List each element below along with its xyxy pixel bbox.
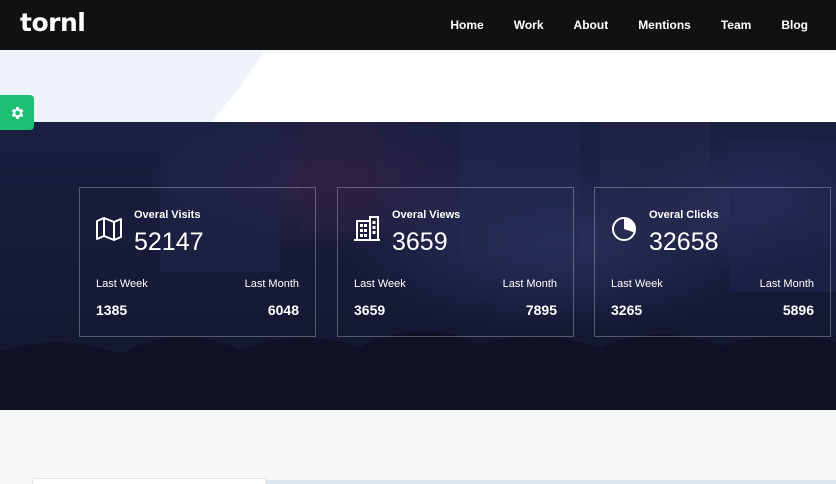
last-month-label: Last Month — [244, 278, 299, 290]
last-month-label: Last Month — [759, 278, 814, 290]
content-card — [32, 478, 266, 484]
stats-section: Overal Visits 52147 Last Week Last Month… — [0, 122, 836, 410]
map-icon — [96, 217, 122, 241]
last-week-value: 1385 — [96, 302, 128, 318]
stat-title: Overal Clicks — [649, 209, 719, 221]
settings-toggle[interactable] — [0, 95, 34, 130]
nav-work[interactable]: Work — [514, 18, 544, 32]
last-month-label: Last Month — [502, 278, 557, 290]
nav-team[interactable]: Team — [721, 18, 751, 32]
nav-about[interactable]: About — [574, 18, 609, 32]
gear-icon — [11, 106, 24, 119]
bottom-section — [0, 410, 836, 484]
stat-total: 3659 — [392, 228, 448, 256]
stat-card-views: Overal Views 3659 Last Week Last Month 3… — [337, 187, 574, 337]
stat-title: Overal Visits — [134, 209, 201, 221]
hero-top — [0, 50, 836, 122]
last-month-value: 5896 — [782, 302, 814, 318]
nav-blog[interactable]: Blog — [781, 18, 808, 32]
main-nav: Home Work About Mentions Team Blog — [420, 0, 808, 50]
last-week-label: Last Week — [354, 278, 406, 290]
stat-title: Overal Views — [392, 209, 461, 221]
stat-total: 32658 — [649, 228, 719, 256]
decorative-shape — [0, 50, 266, 122]
last-week-value: 3265 — [611, 302, 643, 318]
last-month-value: 6048 — [267, 302, 299, 318]
last-week-label: Last Week — [96, 278, 148, 290]
stat-card-clicks: Overal Clicks 32658 Last Week Last Month… — [594, 187, 831, 337]
navbar: tornl Home Work About Mentions Team Blog — [0, 0, 836, 50]
last-month-value: 7895 — [525, 302, 557, 318]
pie-chart-icon — [612, 217, 636, 241]
nav-mentions[interactable]: Mentions — [638, 18, 691, 32]
content-strip — [266, 480, 836, 484]
nav-home[interactable]: Home — [450, 18, 483, 32]
stat-card-visits: Overal Visits 52147 Last Week Last Month… — [79, 187, 316, 337]
stat-total: 52147 — [134, 228, 204, 256]
last-week-value: 3659 — [354, 302, 386, 318]
building-icon — [354, 216, 380, 241]
last-week-label: Last Week — [611, 278, 663, 290]
brand-logo[interactable]: tornl — [20, 8, 86, 37]
